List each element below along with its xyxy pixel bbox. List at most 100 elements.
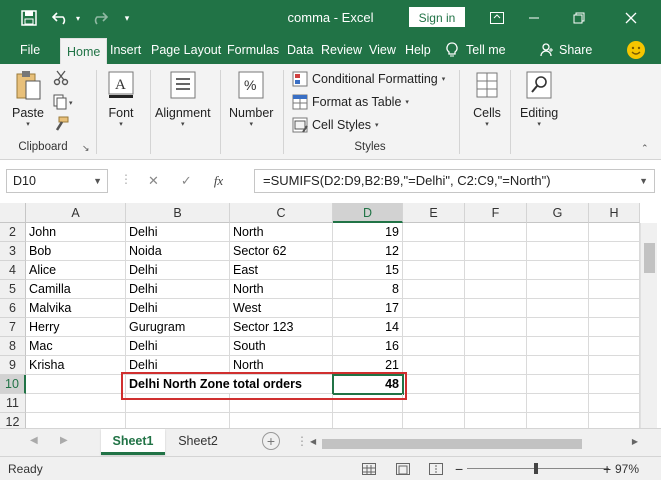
cell[interactable] <box>465 280 527 299</box>
cell[interactable] <box>527 375 589 394</box>
cell[interactable]: 8 <box>333 280 403 299</box>
cell-styles-button[interactable]: Cell Styles ▾ <box>292 115 379 135</box>
number-button[interactable]: % Number ▾ <box>229 70 273 128</box>
cell[interactable]: Gurugram <box>126 318 230 337</box>
cell[interactable]: Krisha <box>26 356 126 375</box>
zoom-in-button[interactable]: + <box>603 457 611 480</box>
confirm-entry-icon[interactable]: ✓ <box>181 173 192 189</box>
tab-data[interactable]: Data <box>281 36 319 64</box>
clipboard-launcher-icon[interactable]: ↘ <box>82 143 90 154</box>
cell[interactable] <box>403 280 465 299</box>
column-header[interactable]: G <box>527 203 589 223</box>
cell[interactable] <box>589 299 640 318</box>
cell[interactable]: Delhi <box>126 261 230 280</box>
paste-dropdown-icon[interactable]: ▾ <box>26 120 30 128</box>
scroll-left-icon[interactable]: ◀ <box>310 437 316 446</box>
cell[interactable]: Alice <box>26 261 126 280</box>
sheet-tab-sheet1[interactable]: Sheet1 <box>101 429 165 455</box>
normal-view-icon[interactable] <box>362 463 376 475</box>
tab-review[interactable]: Review <box>315 36 368 64</box>
conditional-formatting-button[interactable]: Conditional Formatting ▾ <box>292 69 445 89</box>
cell[interactable]: John <box>26 223 126 242</box>
cell[interactable]: Delhi <box>126 223 230 242</box>
tab-view[interactable]: View <box>363 36 402 64</box>
cell[interactable] <box>527 318 589 337</box>
cell[interactable]: 17 <box>333 299 403 318</box>
tell-me-search[interactable]: Tell me <box>446 36 506 64</box>
row-header[interactable]: 7 <box>0 318 26 337</box>
cell[interactable]: Noida <box>126 242 230 261</box>
cell[interactable] <box>527 394 589 413</box>
cell[interactable] <box>527 242 589 261</box>
share-button[interactable]: Share <box>540 36 592 64</box>
row-header[interactable]: 10 <box>0 375 26 394</box>
cell[interactable]: Mac <box>26 337 126 356</box>
cell[interactable] <box>403 223 465 242</box>
formula-input[interactable]: =SUMIFS(D2:D9,B2:B9,"=Delhi", C2:C9,"=No… <box>254 169 655 193</box>
cell[interactable] <box>527 356 589 375</box>
cell[interactable] <box>527 261 589 280</box>
restore-icon[interactable] <box>568 0 590 36</box>
cell[interactable]: East <box>230 261 333 280</box>
cell[interactable] <box>465 337 527 356</box>
smiley-feedback-icon[interactable] <box>627 41 645 59</box>
row-header[interactable]: 4 <box>0 261 26 280</box>
cell[interactable] <box>403 318 465 337</box>
tab-page-layout[interactable]: Page Layout <box>145 36 227 64</box>
cell[interactable]: Camilla <box>26 280 126 299</box>
cell[interactable] <box>403 299 465 318</box>
column-header[interactable]: F <box>465 203 527 223</box>
collapse-ribbon-icon[interactable]: ⌃ <box>641 143 649 154</box>
expand-formula-bar-icon[interactable]: ▼ <box>639 170 648 192</box>
cell[interactable] <box>589 223 640 242</box>
scroll-tabs-right-icon[interactable]: ▶ <box>60 435 68 446</box>
sheet-tab-sheet2[interactable]: Sheet2 <box>166 429 230 455</box>
zoom-slider-knob[interactable] <box>534 463 538 474</box>
sign-in-button[interactable]: Sign in <box>409 7 465 27</box>
tab-insert[interactable]: Insert <box>104 36 147 64</box>
cell[interactable] <box>589 375 640 394</box>
row-header[interactable]: 11 <box>0 394 26 413</box>
cell[interactable] <box>589 261 640 280</box>
page-break-preview-icon[interactable] <box>429 463 443 475</box>
cell[interactable] <box>26 394 126 413</box>
zoom-out-button[interactable]: − <box>455 457 463 480</box>
cell[interactable] <box>26 375 126 394</box>
cell[interactable]: Sector 62 <box>230 242 333 261</box>
cell[interactable] <box>465 394 527 413</box>
select-all-corner[interactable] <box>0 203 26 223</box>
tab-file[interactable]: File <box>14 36 46 64</box>
cancel-entry-icon[interactable]: ✕ <box>148 173 159 189</box>
cell[interactable]: Delhi <box>126 299 230 318</box>
cell[interactable] <box>589 337 640 356</box>
tab-help[interactable]: Help <box>399 36 437 64</box>
cell[interactable]: 19 <box>333 223 403 242</box>
cell[interactable] <box>465 223 527 242</box>
cell[interactable] <box>465 375 527 394</box>
cell[interactable] <box>403 375 465 394</box>
cell[interactable] <box>527 299 589 318</box>
cell[interactable] <box>589 394 640 413</box>
column-header[interactable]: E <box>403 203 465 223</box>
cell[interactable] <box>527 337 589 356</box>
cell[interactable] <box>403 394 465 413</box>
row-header[interactable]: 3 <box>0 242 26 261</box>
cell[interactable]: 15 <box>333 261 403 280</box>
cell[interactable]: 14 <box>333 318 403 337</box>
row-header[interactable]: 6 <box>0 299 26 318</box>
cell[interactable] <box>465 242 527 261</box>
cell[interactable] <box>465 356 527 375</box>
cell[interactable] <box>465 299 527 318</box>
name-box-dropdown-icon[interactable]: ▼ <box>93 170 102 192</box>
cell[interactable] <box>465 261 527 280</box>
horizontal-scroll-thumb[interactable] <box>322 439 582 449</box>
tab-formulas[interactable]: Formulas <box>221 36 285 64</box>
scroll-right-icon[interactable]: ▶ <box>632 437 638 446</box>
cell[interactable] <box>403 337 465 356</box>
column-header[interactable]: H <box>589 203 640 223</box>
cell[interactable] <box>403 242 465 261</box>
zoom-level[interactable]: 97% <box>615 457 639 480</box>
name-box[interactable]: D10 ▼ <box>6 169 108 193</box>
vertical-scroll-thumb[interactable] <box>644 243 655 273</box>
cell[interactable] <box>589 318 640 337</box>
